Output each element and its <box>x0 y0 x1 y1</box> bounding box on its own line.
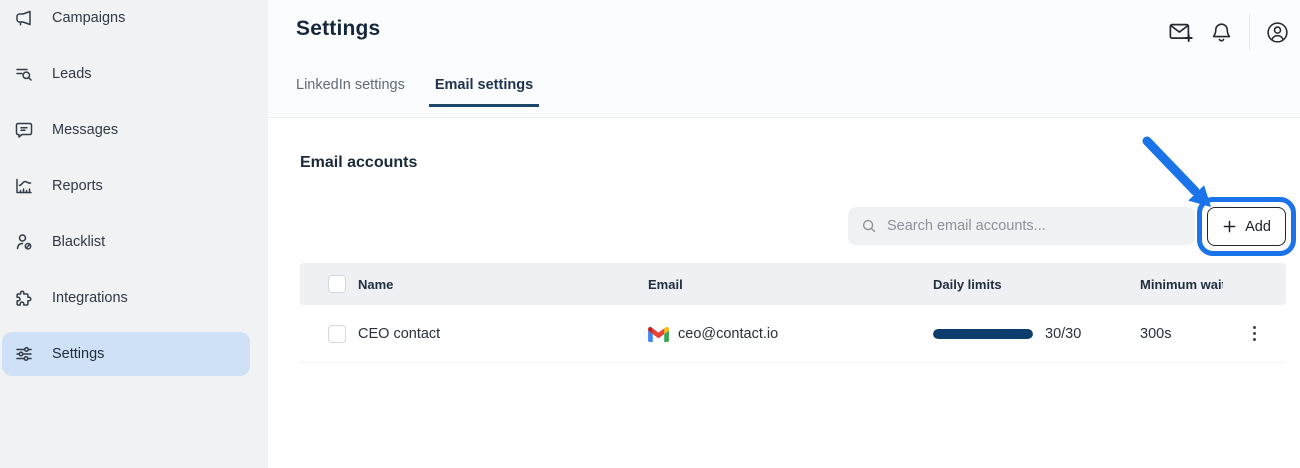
search-icon <box>860 217 878 235</box>
sidebar-item-label: Messages <box>52 122 118 138</box>
sidebar-menu: Campaigns Leads Messages Reports <box>0 0 268 376</box>
sidebar-item-reports[interactable]: Reports <box>2 164 250 208</box>
kebab-menu-icon[interactable] <box>1247 320 1263 348</box>
add-button-label: Add <box>1245 219 1271 235</box>
bell-icon[interactable] <box>1209 20 1234 45</box>
column-header-email: Email <box>648 277 933 292</box>
chart-icon <box>14 176 34 196</box>
sidebar-item-blacklist[interactable]: Blacklist <box>2 220 250 264</box>
row-actions-cell <box>1223 320 1286 348</box>
search-box <box>848 207 1195 245</box>
sidebar-item-label: Reports <box>52 178 103 194</box>
main-pane: Settings LinkedIn settings Email setting… <box>268 0 1300 468</box>
column-header-minimum-waiting: Minimum waiting <box>1133 277 1223 292</box>
lead-search-icon <box>14 64 34 84</box>
account-email: ceo@contact.io <box>678 326 778 342</box>
table-row: CEO contact ceo@contact.io 30/30 300s <box>300 305 1286 363</box>
sidebar-item-label: Settings <box>52 346 104 362</box>
sidebar-item-settings[interactable]: Settings <box>2 332 250 376</box>
sidebar-item-label: Leads <box>52 66 92 82</box>
page-header: Settings LinkedIn settings Email setting… <box>268 0 1300 118</box>
minimum-waiting-value: 300s <box>1133 326 1223 342</box>
sliders-icon <box>14 344 34 364</box>
gmail-icon <box>648 326 669 342</box>
account-email-cell: ceo@contact.io <box>648 326 933 342</box>
daily-limit-progress <box>933 329 1033 339</box>
settings-tabs: LinkedIn settings Email settings <box>296 77 539 107</box>
megaphone-icon <box>14 8 34 28</box>
sidebar-item-integrations[interactable]: Integrations <box>2 276 250 320</box>
header-icon-group <box>1167 13 1290 51</box>
sidebar-item-campaigns[interactable]: Campaigns <box>2 0 250 40</box>
sidebar-item-messages[interactable]: Messages <box>2 108 250 152</box>
sidebar-item-leads[interactable]: Leads <box>2 52 250 96</box>
sidebar-item-label: Integrations <box>52 290 128 306</box>
search-input[interactable] <box>887 218 1183 234</box>
mail-plus-icon[interactable] <box>1167 19 1194 46</box>
user-block-icon <box>14 232 34 252</box>
column-header-daily-limits: Daily limits <box>933 277 1133 292</box>
tab-linkedin-settings[interactable]: LinkedIn settings <box>296 77 405 107</box>
daily-limits-cell: 30/30 <box>933 326 1133 342</box>
sidebar-item-label: Blacklist <box>52 234 105 250</box>
tab-email-settings[interactable]: Email settings <box>429 77 539 107</box>
row-checkbox-cell <box>328 325 358 343</box>
row-checkbox[interactable] <box>328 325 346 343</box>
column-header-name: Name <box>358 277 648 292</box>
plus-icon <box>1222 219 1237 234</box>
header-divider <box>1249 14 1250 50</box>
user-avatar-icon[interactable] <box>1265 20 1290 45</box>
email-accounts-table: Name Email Daily limits Minimum waiting … <box>300 263 1286 363</box>
account-name: CEO contact <box>358 326 648 342</box>
chat-bubble-icon <box>14 120 34 140</box>
select-all-checkbox-cell <box>328 275 358 293</box>
daily-limit-progress-fill <box>933 329 1033 339</box>
sidebar: Campaigns Leads Messages Reports <box>0 0 268 468</box>
add-button[interactable]: Add <box>1207 207 1286 246</box>
section-title: Email accounts <box>300 154 417 172</box>
page-title: Settings <box>296 17 380 41</box>
table-header-row: Name Email Daily limits Minimum waiting <box>300 263 1286 305</box>
puzzle-icon <box>14 288 34 308</box>
sidebar-item-label: Campaigns <box>52 10 125 26</box>
daily-limits-value: 30/30 <box>1045 326 1081 342</box>
select-all-checkbox[interactable] <box>328 275 346 293</box>
